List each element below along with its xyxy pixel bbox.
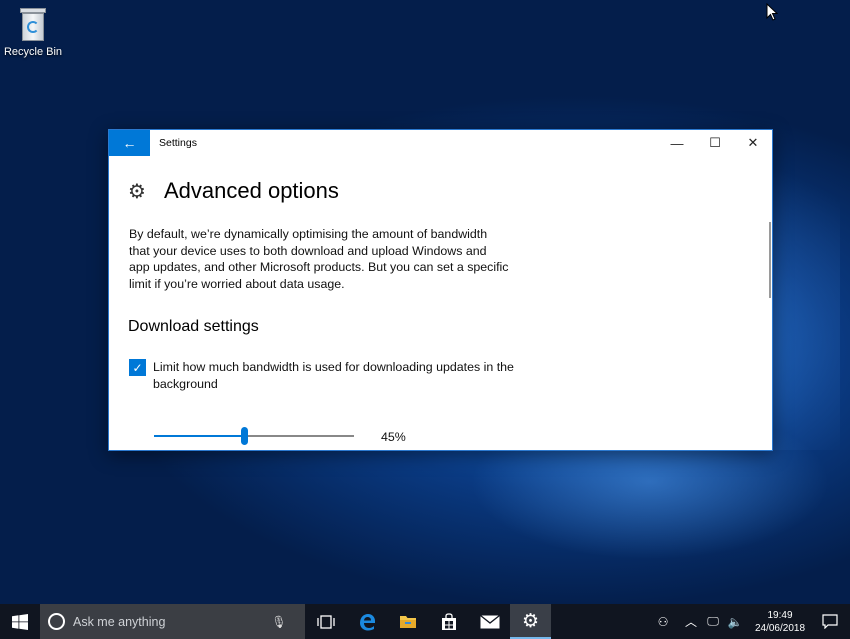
mail-icon — [479, 614, 500, 628]
limit-bandwidth-checkbox[interactable]: ✓ — [129, 359, 146, 376]
microphone-icon[interactable]: 🎙 — [269, 615, 289, 629]
search-input[interactable] — [73, 614, 263, 629]
close-button[interactable]: ✕ — [734, 130, 772, 156]
window-title: Settings — [159, 137, 197, 149]
page-header: ⚙ Advanced options — [128, 178, 339, 204]
clock[interactable]: 19:49 24/06/2018 — [750, 609, 810, 635]
settings-content: ⚙ Advanced options By default, we’re dyn… — [109, 156, 772, 450]
mouse-cursor-icon — [766, 3, 778, 21]
store-button[interactable] — [428, 604, 469, 639]
gear-icon: ⚙ — [521, 611, 540, 632]
limit-bandwidth-option[interactable]: ✓ Limit how much bandwidth is used for d… — [129, 359, 549, 392]
clock-date: 24/06/2018 — [754, 622, 806, 634]
description-text: By default, we’re dynamically optimising… — [129, 227, 509, 291]
checkmark-icon: ✓ — [132, 360, 143, 375]
gear-icon: ⚙ — [128, 180, 146, 203]
taskbar: 🎙 ⚙ ⚇ ︿ — [0, 604, 850, 639]
scrollbar[interactable] — [769, 222, 771, 298]
edge-button[interactable] — [346, 604, 387, 639]
store-icon — [441, 612, 456, 630]
settings-taskbar-button[interactable]: ⚙ — [510, 604, 551, 639]
start-button[interactable] — [0, 604, 40, 639]
network-icon[interactable]: 🖵 — [702, 614, 724, 629]
back-button[interactable]: ← — [109, 130, 150, 156]
volume-icon[interactable]: 🔈 — [724, 615, 746, 629]
mail-button[interactable] — [469, 604, 510, 639]
maximize-button[interactable]: ☐ — [696, 130, 734, 156]
notification-icon — [822, 614, 838, 629]
minimize-button[interactable]: — — [658, 130, 696, 156]
slider-fill — [154, 435, 244, 437]
settings-window: ← Settings — ☐ ✕ ⚙ Advanced options By d… — [108, 129, 773, 451]
section-title-download-settings: Download settings — [128, 318, 259, 335]
title-bar[interactable]: ← Settings — ☐ ✕ — [109, 130, 772, 156]
task-view-icon — [316, 614, 335, 629]
clock-time: 19:49 — [767, 609, 793, 621]
cortana-icon[interactable] — [48, 613, 65, 630]
people-icon[interactable]: ⚇ — [652, 615, 674, 629]
windows-logo-icon — [12, 613, 28, 630]
bandwidth-slider[interactable] — [154, 426, 354, 446]
system-tray: ⚇ ︿ 🖵 🔈 19:49 24/06/2018 — [652, 604, 850, 639]
page-title: Advanced options — [164, 178, 339, 203]
file-explorer-button[interactable] — [387, 604, 428, 639]
chevron-up-icon[interactable]: ︿ — [680, 613, 702, 630]
recycle-bin-icon — [18, 6, 48, 42]
limit-bandwidth-label[interactable]: Limit how much bandwidth is used for dow… — [153, 359, 549, 392]
desktop-icon-label: Recycle Bin — [3, 46, 63, 58]
slider-thumb[interactable] — [241, 427, 248, 445]
folder-icon — [399, 616, 416, 628]
search-box[interactable]: 🎙 — [40, 604, 305, 639]
action-center-button[interactable] — [810, 604, 850, 639]
task-view-button[interactable] — [305, 604, 346, 639]
desktop-icon-recycle-bin[interactable]: Recycle Bin — [2, 6, 64, 58]
edge-icon — [359, 613, 375, 630]
slider-value: 45% — [381, 430, 406, 444]
